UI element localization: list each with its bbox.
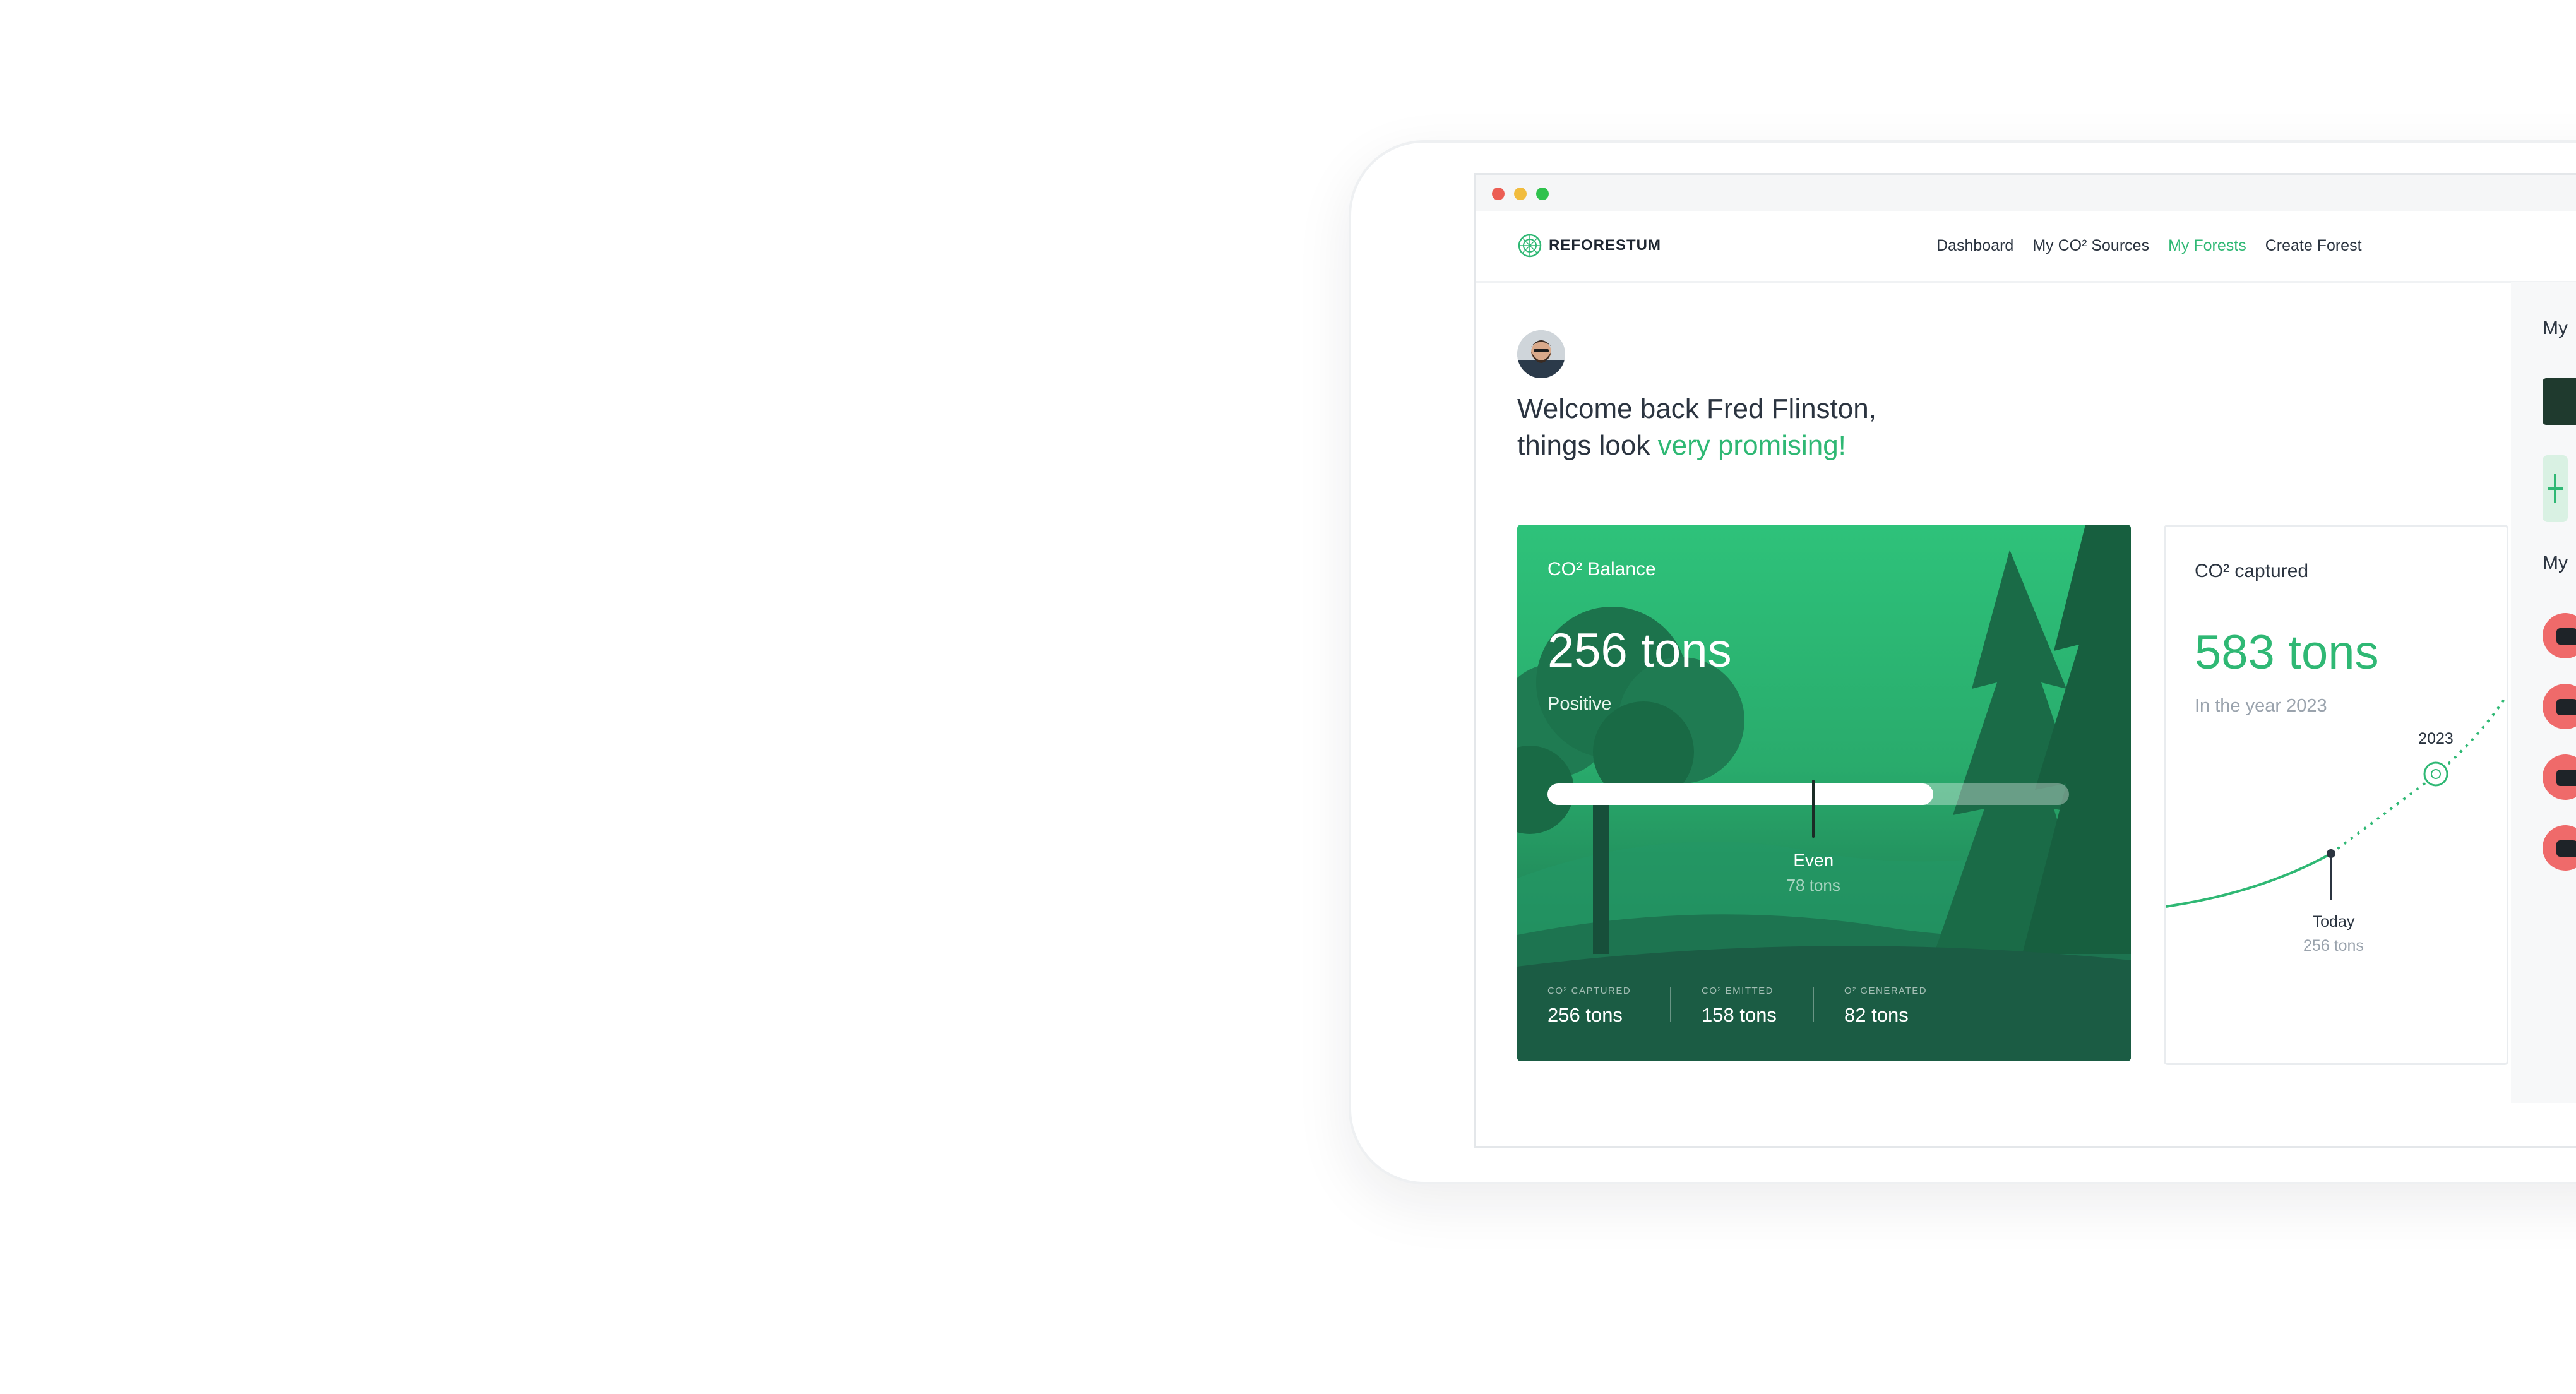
year-2023-point[interactable] xyxy=(2423,761,2448,787)
today-label: Today xyxy=(2313,913,2355,931)
right-sidebar: My My xyxy=(2511,282,2576,1103)
nav-dashboard[interactable]: Dashboard xyxy=(1936,237,2013,255)
captured-subtitle: In the year 2023 xyxy=(2195,696,2327,716)
stat-divider xyxy=(1813,987,1814,1022)
welcome-message: Welcome back Fred Flinston, things look … xyxy=(1517,391,1876,464)
brand-name: REFORESTUM xyxy=(1549,237,1661,254)
browser-window: REFORESTUM Dashboard My CO² Sources My F… xyxy=(1474,173,2576,1148)
nav-links: Dashboard My CO² Sources My Forests Crea… xyxy=(1936,237,2362,255)
co2-source-item[interactable] xyxy=(2543,613,2576,658)
nav-my-co2-sources[interactable]: My CO² Sources xyxy=(2032,237,2149,255)
add-forest-button[interactable] xyxy=(2543,455,2568,522)
user-avatar-icon xyxy=(1517,330,1565,378)
even-value: 78 tons xyxy=(1786,876,1840,895)
even-label: Even xyxy=(1793,850,1834,870)
today-point xyxy=(2327,849,2335,858)
co2-captured-card[interactable]: 2023 Today 256 tons CO² captured 583 ton… xyxy=(2164,525,2508,1065)
stat-label: CO² EMITTED xyxy=(1702,986,1774,996)
title-bar xyxy=(1476,175,2576,211)
welcome-highlight: very promising! xyxy=(1657,430,1846,461)
nav-my-forests[interactable]: My Forests xyxy=(2168,237,2246,255)
captured-curve-projected xyxy=(2330,694,2507,855)
captured-label: CO² captured xyxy=(2195,561,2309,581)
co2-captured-curve: 2023 Today 256 tons xyxy=(2166,694,2507,955)
close-window-button[interactable] xyxy=(1492,188,1505,200)
stat-co2-emitted: CO² EMITTED 158 tons xyxy=(1702,986,1777,1027)
co2-balance-card[interactable]: CO² Balance 256 tons Positive Even 78 to… xyxy=(1517,525,2131,1061)
forest-logo-icon xyxy=(1518,234,1542,258)
co2-source-item[interactable] xyxy=(2543,754,2576,800)
sidebar-heading-forests: My xyxy=(2543,318,2568,338)
stat-label: O² GENERATED xyxy=(1844,986,1928,996)
maximize-window-button[interactable] xyxy=(1536,188,1549,200)
stat-label: CO² CAPTURED xyxy=(1547,986,1631,996)
co2-source-item[interactable] xyxy=(2543,684,2576,729)
balance-progress-bar xyxy=(1547,783,2069,805)
stat-value: 82 tons xyxy=(1844,1004,1909,1026)
avatar[interactable] xyxy=(1517,330,1565,378)
brand-logo[interactable]: REFORESTUM xyxy=(1517,233,1661,258)
welcome-line-2: things look very promising! xyxy=(1517,427,1876,464)
sidebar-heading-sources: My xyxy=(2543,552,2568,573)
stat-value: 158 tons xyxy=(1702,1004,1777,1026)
top-navbar: REFORESTUM Dashboard My CO² Sources My F… xyxy=(1476,211,2576,283)
captured-curve-solid xyxy=(2166,852,2332,908)
year-2023-label: 2023 xyxy=(2418,730,2454,748)
minimize-window-button[interactable] xyxy=(1514,188,1527,200)
stat-value: 256 tons xyxy=(1547,1004,1623,1026)
forest-thumbnail[interactable] xyxy=(2543,378,2576,425)
stat-co2-captured: CO² CAPTURED 256 tons xyxy=(1547,986,1631,1027)
balance-value: 256 tons xyxy=(1547,624,1732,677)
stat-divider xyxy=(1670,987,1671,1022)
welcome-prefix: things look xyxy=(1517,430,1650,461)
even-marker xyxy=(1812,780,1815,838)
stat-o2-generated: O² GENERATED 82 tons xyxy=(1844,986,1927,1027)
today-value: 256 tons xyxy=(2303,937,2364,955)
balance-status: Positive xyxy=(1547,694,1612,714)
balance-label: CO² Balance xyxy=(1547,559,1656,580)
nav-create-forest[interactable]: Create Forest xyxy=(2265,237,2362,255)
welcome-line-1: Welcome back Fred Flinston, xyxy=(1517,393,1876,424)
balance-progress-fill xyxy=(1547,783,1934,805)
co2-source-item[interactable] xyxy=(2543,825,2576,871)
captured-value: 583 tons xyxy=(2195,626,2379,679)
